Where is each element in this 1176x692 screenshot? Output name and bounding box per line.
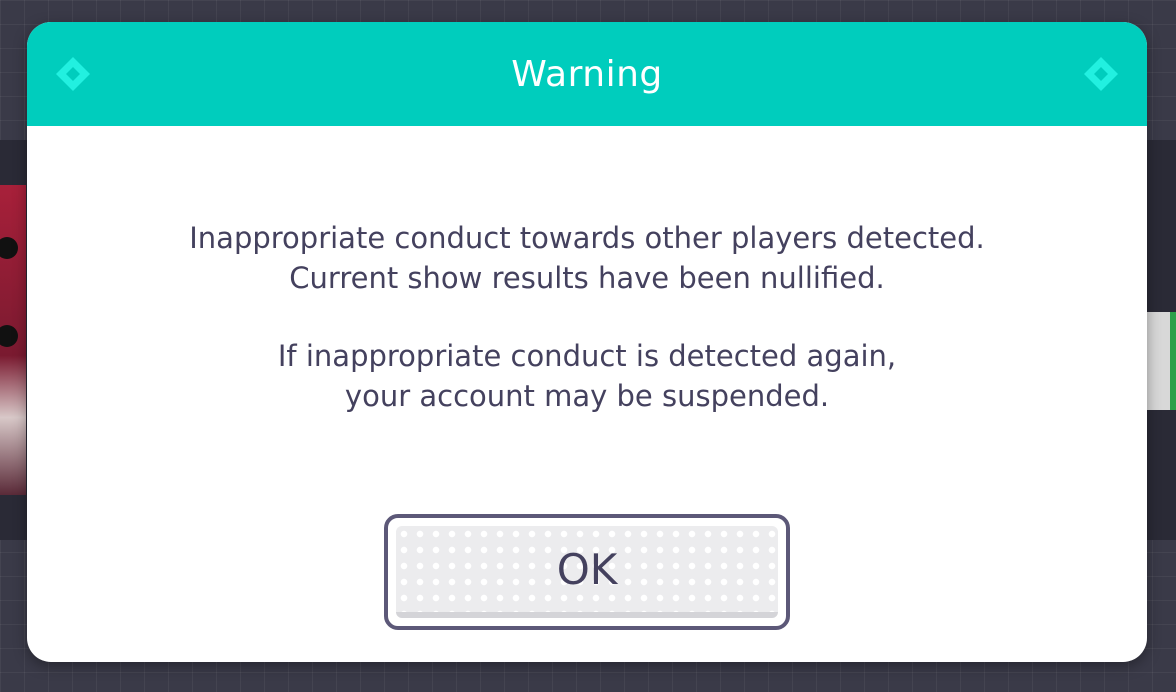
warning-message: Inappropriate conduct towards other play… <box>27 218 1147 416</box>
background-character-art <box>0 185 26 495</box>
message-paragraph: Inappropriate conduct towards other play… <box>27 218 1147 298</box>
ok-button-face: OK <box>396 526 778 618</box>
background-dot <box>0 325 18 347</box>
background-side-panel <box>1146 312 1176 410</box>
message-line: your account may be suspended. <box>344 379 830 413</box>
diamond-icon <box>1084 57 1118 91</box>
dialog-title: Warning <box>511 53 663 95</box>
message-line: Current show results have been nullified… <box>289 261 885 295</box>
message-line: Inappropriate conduct towards other play… <box>189 221 985 255</box>
background-dot <box>0 237 18 259</box>
ok-button[interactable]: OK <box>384 514 790 630</box>
diamond-icon <box>56 57 90 91</box>
message-line: If inappropriate conduct is detected aga… <box>277 339 897 373</box>
message-paragraph: If inappropriate conduct is detected aga… <box>27 336 1147 416</box>
dialog-header: Warning <box>27 22 1147 126</box>
ok-button-label: OK <box>556 544 618 594</box>
warning-dialog: Warning Inappropriate conduct towards ot… <box>27 22 1147 662</box>
